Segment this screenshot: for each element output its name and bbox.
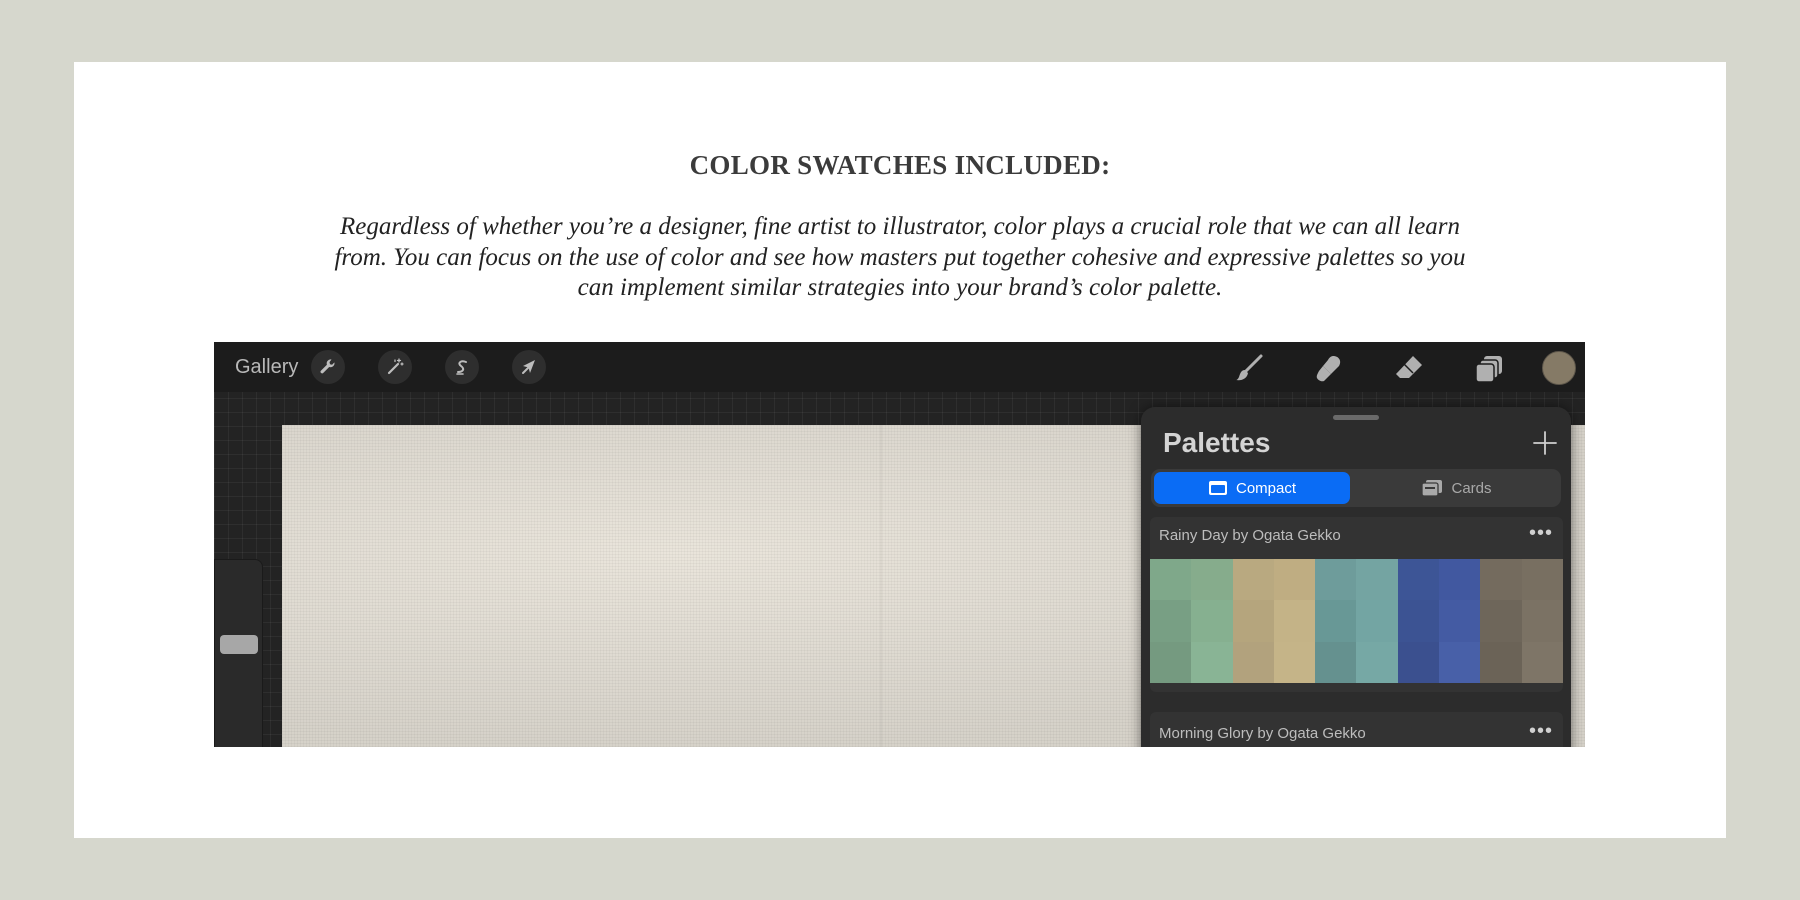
content-card: COLOR SWATCHES INCLUDED: Regardless of w… <box>74 62 1726 838</box>
color-swatch[interactable] <box>1315 600 1357 642</box>
color-swatch[interactable] <box>1439 600 1481 642</box>
brush-icon[interactable] <box>1231 350 1267 386</box>
color-swatch[interactable] <box>1521 559 1563 601</box>
eraser-icon[interactable] <box>1391 350 1427 386</box>
page-title: COLOR SWATCHES INCLUDED: <box>689 150 1111 180</box>
more-options-icon[interactable]: ••• <box>1527 523 1555 545</box>
layers-icon[interactable] <box>1472 350 1508 386</box>
brush-size-slider-thumb[interactable] <box>220 635 258 654</box>
color-swatch[interactable] <box>1150 600 1192 642</box>
color-swatch[interactable] <box>1480 600 1522 642</box>
color-swatch[interactable] <box>1150 641 1192 683</box>
color-swatch[interactable] <box>1315 641 1357 683</box>
top-toolbar: Gallery <box>214 342 1585 392</box>
color-swatch[interactable] <box>1273 600 1316 642</box>
color-swatch[interactable] <box>1439 559 1481 601</box>
color-swatch[interactable] <box>1521 600 1563 642</box>
color-swatch[interactable] <box>1480 559 1522 601</box>
color-swatch[interactable] <box>1191 559 1233 601</box>
panel-grabber[interactable] <box>1333 415 1379 420</box>
tab-cards[interactable]: Cards <box>1355 472 1558 504</box>
palette-card[interactable]: Morning Glory by Ogata Gekko ••• <box>1150 712 1563 747</box>
color-swatch[interactable] <box>1397 559 1440 601</box>
palette-name: Morning Glory by Ogata Gekko <box>1159 725 1366 742</box>
color-swatch[interactable] <box>1480 641 1522 683</box>
color-swatch[interactable] <box>1191 641 1233 683</box>
color-swatch[interactable] <box>1232 641 1274 683</box>
current-color-button[interactable] <box>1542 351 1576 385</box>
tab-compact-label: Compact <box>1235 479 1297 497</box>
view-mode-segmented-control: Compact Cards <box>1151 469 1561 507</box>
move-arrow-icon[interactable] <box>512 350 546 384</box>
magic-wand-icon[interactable] <box>378 350 412 384</box>
gallery-button[interactable]: Gallery <box>235 356 298 379</box>
color-swatch[interactable] <box>1273 641 1316 683</box>
tab-compact[interactable]: Compact <box>1154 472 1350 504</box>
compact-icon <box>1208 481 1227 495</box>
cards-icon <box>1421 480 1443 497</box>
color-swatch[interactable] <box>1356 600 1398 642</box>
color-swatch[interactable] <box>1232 600 1274 642</box>
more-options-icon[interactable]: ••• <box>1527 721 1555 743</box>
color-swatch[interactable] <box>1439 641 1481 683</box>
tab-cards-label: Cards <box>1451 479 1492 497</box>
procreate-screenshot: Gallery Palettes Compact Cards Rainy Day… <box>214 342 1585 747</box>
brush-size-sidebar <box>214 559 263 747</box>
color-swatch[interactable] <box>1356 559 1398 601</box>
panel-title: Palettes <box>1163 427 1271 458</box>
smudge-icon[interactable] <box>1311 350 1347 386</box>
color-swatch[interactable] <box>1397 600 1440 642</box>
color-swatch[interactable] <box>1232 559 1274 601</box>
color-swatch[interactable] <box>1191 600 1233 642</box>
swatch-grid <box>1150 559 1563 683</box>
description-text: Regardless of whether you’re a designer,… <box>334 213 1466 301</box>
add-palette-button[interactable] <box>1531 429 1559 457</box>
color-swatch[interactable] <box>1521 641 1563 683</box>
palettes-panel: Palettes Compact Cards Rainy Day by Ogat… <box>1141 407 1571 747</box>
color-swatch[interactable] <box>1273 559 1316 601</box>
selection-icon[interactable] <box>445 350 479 384</box>
plus-icon <box>1533 431 1557 455</box>
color-swatch[interactable] <box>1315 559 1357 601</box>
color-swatch[interactable] <box>1356 641 1398 683</box>
wrench-icon[interactable] <box>311 350 345 384</box>
palette-card[interactable]: Rainy Day by Ogata Gekko ••• <box>1150 517 1563 692</box>
palette-name: Rainy Day by Ogata Gekko <box>1159 527 1341 544</box>
color-swatch[interactable] <box>1397 641 1440 683</box>
color-swatch[interactable] <box>1150 559 1192 601</box>
